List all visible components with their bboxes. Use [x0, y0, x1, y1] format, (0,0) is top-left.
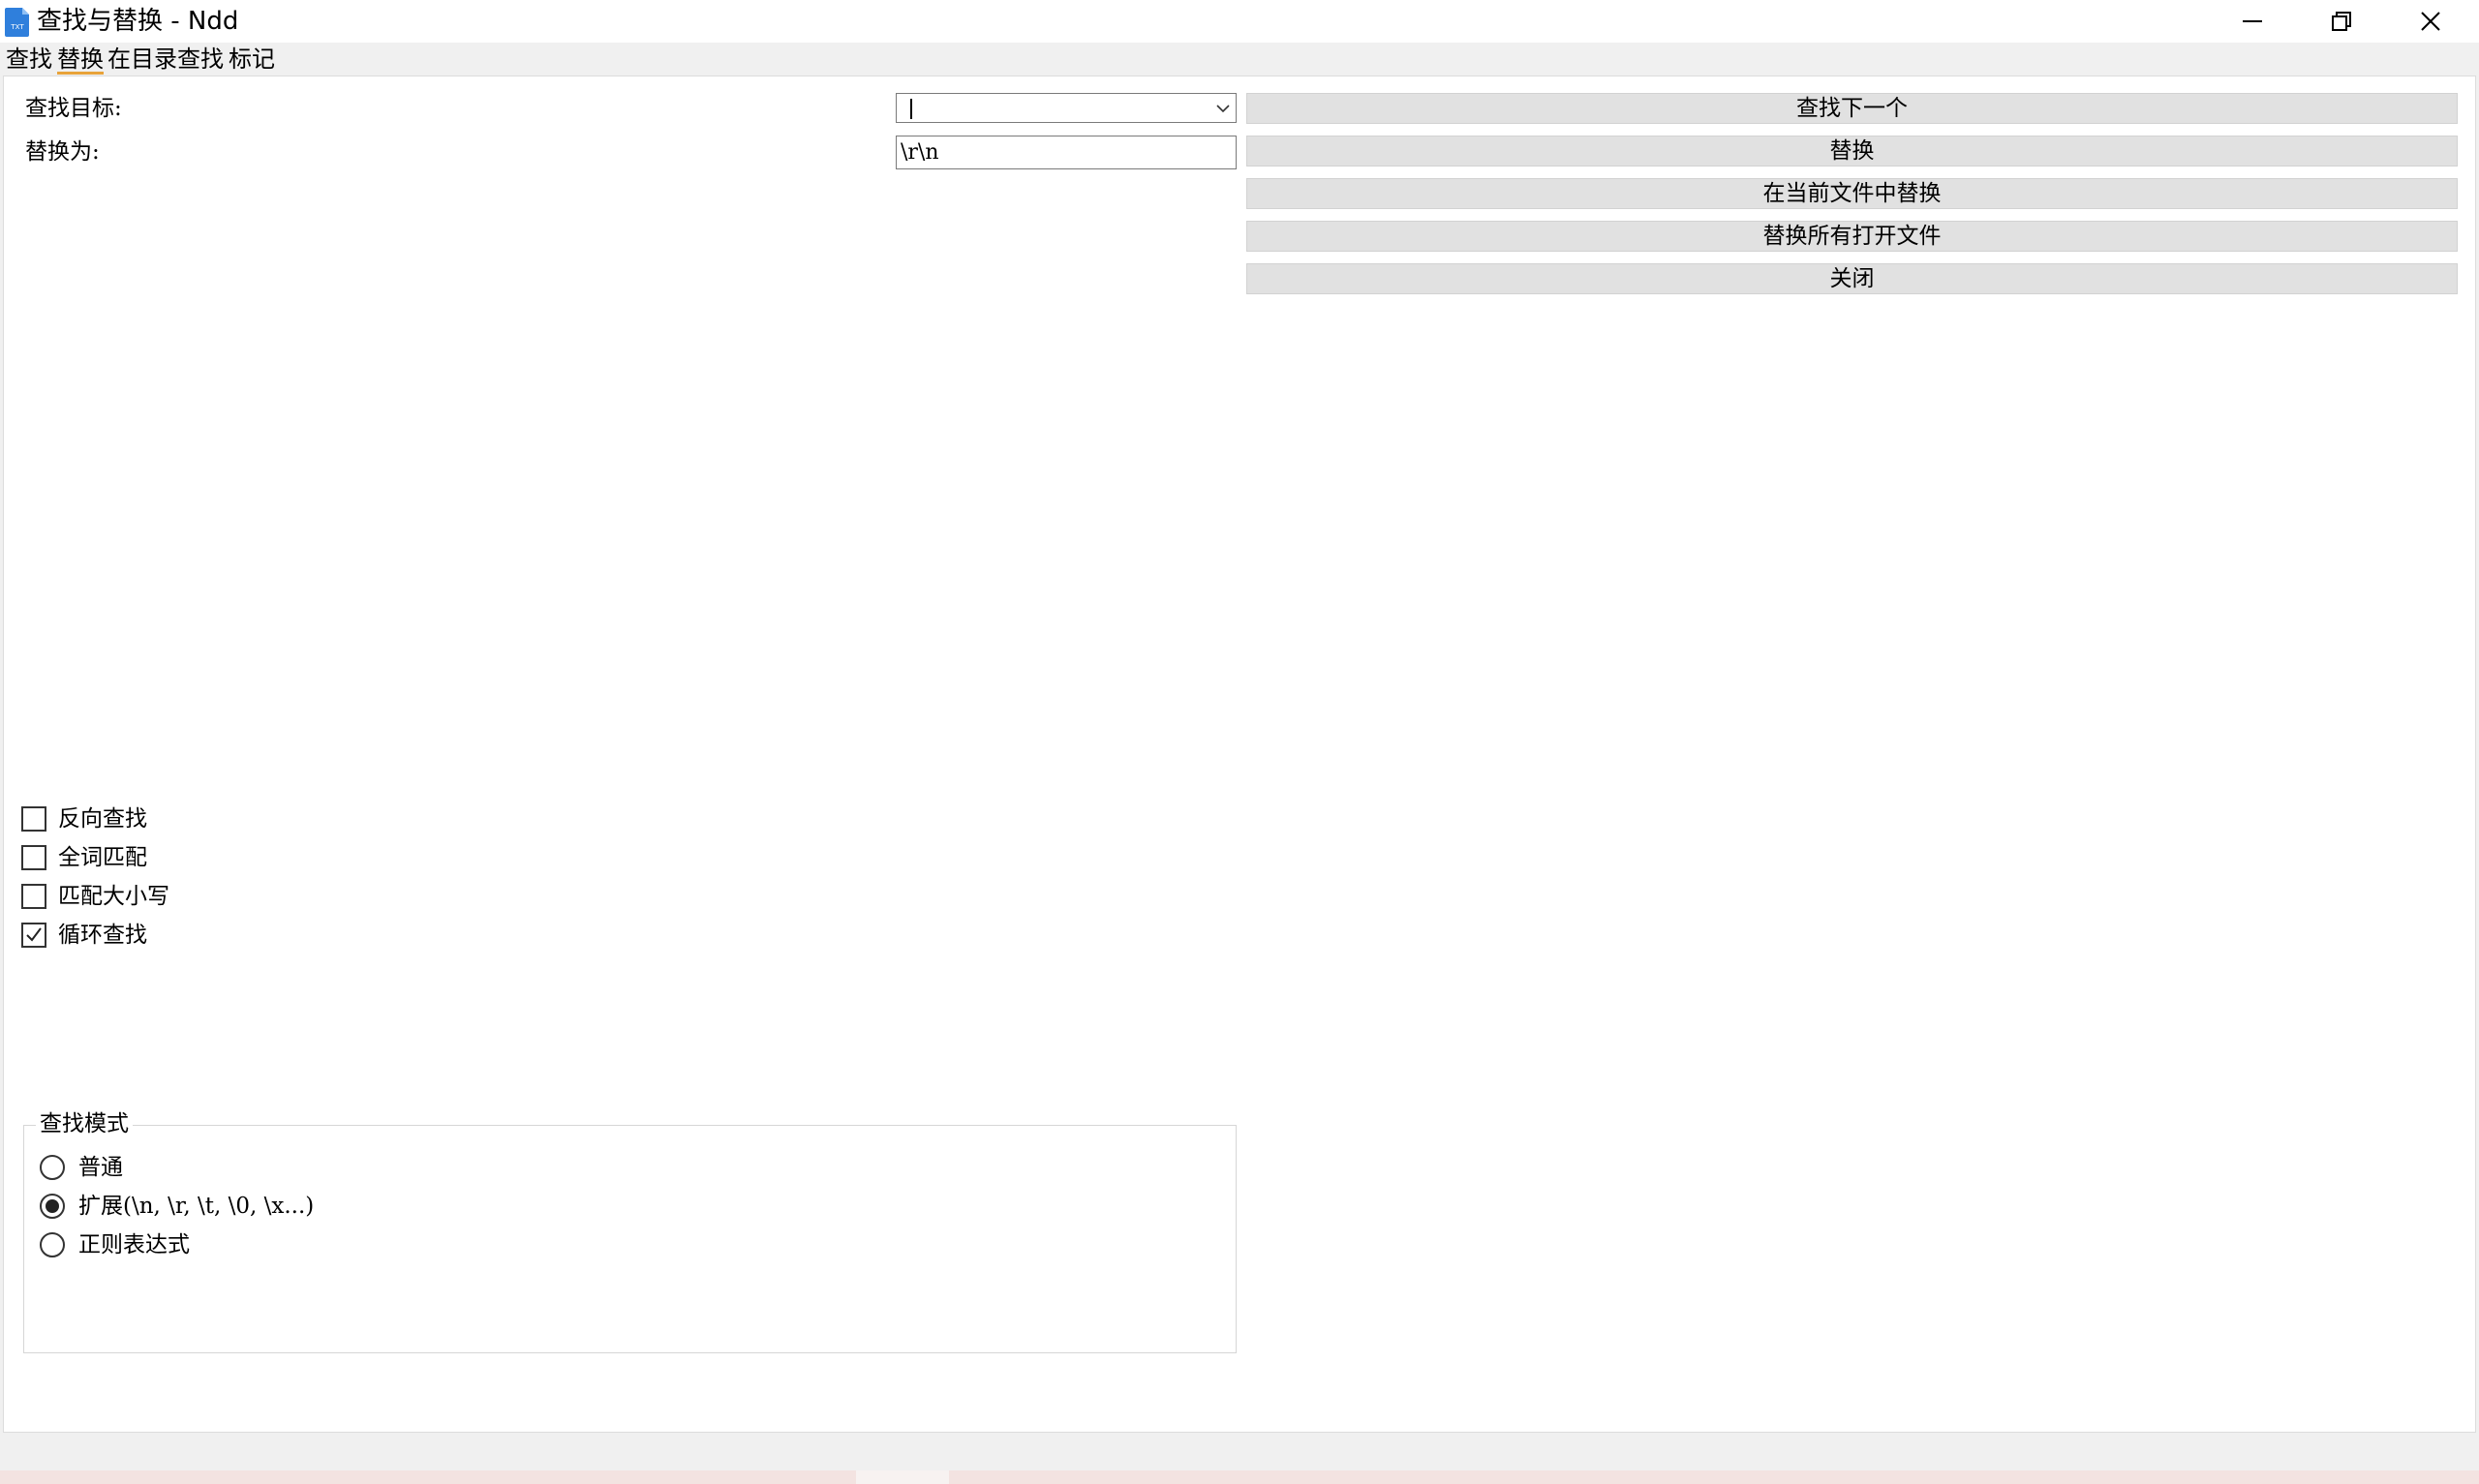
mode-normal-label: 普通 [78, 1155, 123, 1180]
replace-panel: 查找目标: 替换为: \r\n 查找下一个 替换 在当前文件中替换 替换所有打开… [3, 76, 2476, 1433]
background-window-segment [856, 1470, 949, 1484]
minimize-icon [2243, 20, 2262, 22]
mode-extended-radio[interactable]: 扩展(\n, \r, \t, \0, \x...) [40, 1190, 314, 1223]
minimize-button[interactable] [2208, 0, 2297, 43]
replace-with-input[interactable]: \r\n [896, 136, 1237, 169]
search-mode-group: 查找模式 普通 扩展(\n, \r, \t, \0, \x...) 正则表达式 [23, 1109, 1237, 1353]
match-case-label: 匹配大小写 [58, 884, 169, 909]
restore-icon [2332, 12, 2351, 31]
checkbox-box[interactable] [21, 806, 46, 832]
replace-in-current-file-button[interactable]: 在当前文件中替换 [1246, 178, 2458, 209]
tab-replace[interactable]: 替换 [57, 45, 104, 74]
checkbox-box[interactable] [21, 884, 46, 909]
find-target-label: 查找目标: [25, 96, 122, 121]
radio-circle-selected[interactable] [40, 1194, 65, 1219]
checkbox-box[interactable] [21, 845, 46, 870]
checkbox-box[interactable] [21, 923, 46, 948]
text-cursor [910, 99, 912, 119]
mode-regex-radio[interactable]: 正则表达式 [40, 1228, 190, 1261]
replace-button[interactable]: 替换 [1246, 136, 2458, 167]
find-replace-window: TXT 查找与替换 - Ndd 查找 替换 在目录查找 标记 查找目标: 替换为… [0, 0, 2479, 1484]
wrap-around-checkbox[interactable]: 循环查找 [21, 919, 147, 952]
chevron-down-icon[interactable] [1215, 102, 1231, 115]
mode-extended-label: 扩展(\n, \r, \t, \0, \x...) [78, 1194, 315, 1219]
tab-mark[interactable]: 标记 [229, 45, 275, 74]
whole-word-label: 全词匹配 [58, 845, 147, 870]
whole-word-checkbox[interactable]: 全词匹配 [21, 841, 147, 874]
mode-normal-radio[interactable]: 普通 [40, 1151, 123, 1184]
replace-with-label: 替换为: [25, 139, 100, 165]
find-next-button[interactable]: 查找下一个 [1246, 93, 2458, 124]
window-title: 查找与替换 - Ndd [37, 7, 239, 36]
radio-circle[interactable] [40, 1232, 65, 1257]
tab-find[interactable]: 查找 [6, 45, 52, 74]
text-file-app-icon: TXT [5, 6, 31, 37]
mode-regex-label: 正则表达式 [78, 1232, 190, 1257]
svg-text:TXT: TXT [10, 23, 24, 31]
restore-button[interactable] [2297, 0, 2386, 43]
close-button[interactable]: 关闭 [1246, 263, 2458, 294]
active-tab-indicator [57, 72, 104, 75]
replace-all-open-files-button[interactable]: 替换所有打开文件 [1246, 221, 2458, 252]
find-target-combobox[interactable] [896, 93, 1237, 123]
reverse-search-label: 反向查找 [58, 806, 147, 832]
reverse-search-checkbox[interactable]: 反向查找 [21, 803, 147, 835]
checkmark-icon [26, 927, 42, 942]
close-window-button[interactable] [2386, 0, 2475, 43]
title-bar[interactable]: TXT 查找与替换 - Ndd [0, 0, 2479, 43]
radio-circle[interactable] [40, 1155, 65, 1180]
match-case-checkbox[interactable]: 匹配大小写 [21, 880, 169, 913]
tab-bar: 查找 替换 在目录查找 标记 [0, 43, 2479, 76]
tab-find-in-directory[interactable]: 在目录查找 [107, 45, 224, 74]
close-icon [2421, 12, 2440, 31]
background-window-strip [0, 1470, 2479, 1484]
wrap-around-label: 循环查找 [58, 923, 147, 948]
search-mode-title: 查找模式 [36, 1109, 133, 1138]
